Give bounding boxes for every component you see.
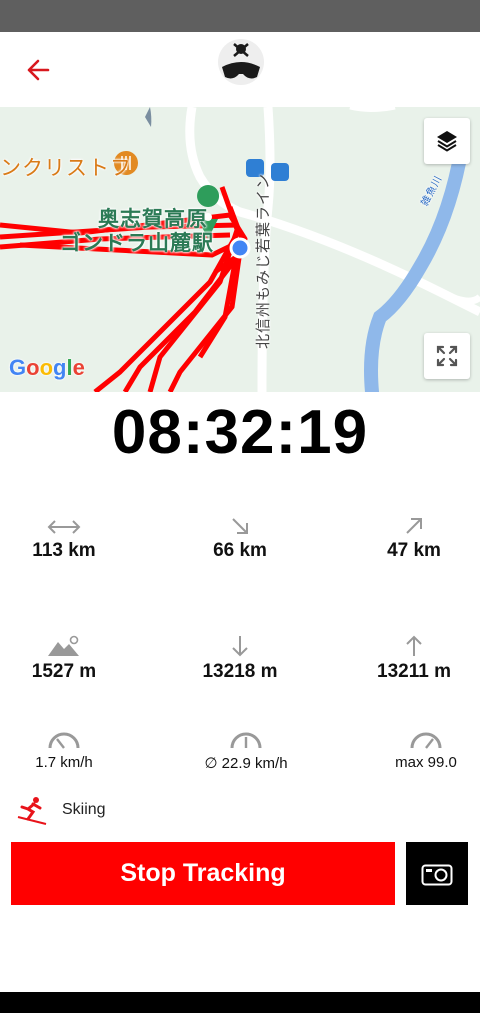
arrow-up-right-icon <box>406 518 422 534</box>
map-label-restaurant: ンクリストフ <box>0 157 132 180</box>
stat-uphill-distance-value: 47 km <box>387 540 441 561</box>
map-label-station: ゴンドラ山麓駅 <box>60 232 214 255</box>
mountain-pin-icon <box>48 635 79 656</box>
skull-goggles-logo <box>218 39 264 85</box>
stat-avg-speed: ∅ 22.9 km/h <box>166 726 326 772</box>
stat-ascent-value: 13211 m <box>377 661 451 682</box>
stat-ascent: 13211 m <box>334 633 480 683</box>
elapsed-timer: 08:32:19 <box>111 398 369 467</box>
skier-icon <box>17 797 47 825</box>
speedometer-mid-icon <box>230 732 262 749</box>
stat-max-speed-value: max 99.0 <box>395 754 457 771</box>
activity-label: Skiing <box>62 801 106 818</box>
stat-speed: 1.7 km/h <box>0 726 144 771</box>
stat-descent-value: 13218 m <box>202 661 278 682</box>
stat-avg-speed-value: ∅ 22.9 km/h <box>204 755 288 772</box>
speedometer-low-icon <box>48 732 80 749</box>
status-bar <box>0 0 480 32</box>
back-button[interactable] <box>18 54 58 86</box>
map-label-road: 北信州もみじ若葉ライン <box>255 172 272 349</box>
map-layers-button[interactable] <box>424 118 470 164</box>
app-bar <box>0 32 480 107</box>
stat-distance-value: 113 km <box>32 540 96 561</box>
system-nav-bar <box>0 992 480 1013</box>
stat-altitude-value: 1527 m <box>31 661 97 682</box>
camera-icon <box>421 864 453 885</box>
stop-tracking-button[interactable]: Stop Tracking <box>11 842 395 905</box>
stat-speed-value: 1.7 km/h <box>35 754 93 771</box>
horizontal-arrows-icon <box>47 520 81 534</box>
arrow-up-icon <box>406 635 422 656</box>
layers-icon <box>437 131 457 152</box>
stat-max-speed: max 99.0 <box>346 726 480 771</box>
app-logo <box>216 37 266 87</box>
camera-button[interactable] <box>406 842 468 905</box>
arrow-down-icon <box>232 636 248 657</box>
stat-descent: 13218 m <box>160 633 320 683</box>
stat-downhill-distance-value: 66 km <box>213 540 267 561</box>
map-fullscreen-button[interactable] <box>424 333 470 379</box>
stat-altitude: 1527 m <box>0 633 144 683</box>
map-view[interactable]: ンクリストフ 奥志賀高原 ゴンドラ山麓駅 北信州もみじ若葉ライン 雑魚川 Goo… <box>0 107 480 392</box>
fullscreen-icon <box>436 345 458 367</box>
arrow-left-icon <box>27 59 50 81</box>
google-logo: Google <box>9 355 85 380</box>
activity-selector[interactable]: Skiing <box>16 794 106 826</box>
stat-downhill-distance: 66 km <box>160 512 320 562</box>
speedometer-high-icon <box>410 732 442 749</box>
stat-uphill-distance: 47 km <box>334 512 480 562</box>
stat-distance: 113 km <box>0 512 144 562</box>
arrow-down-right-icon <box>232 518 248 534</box>
